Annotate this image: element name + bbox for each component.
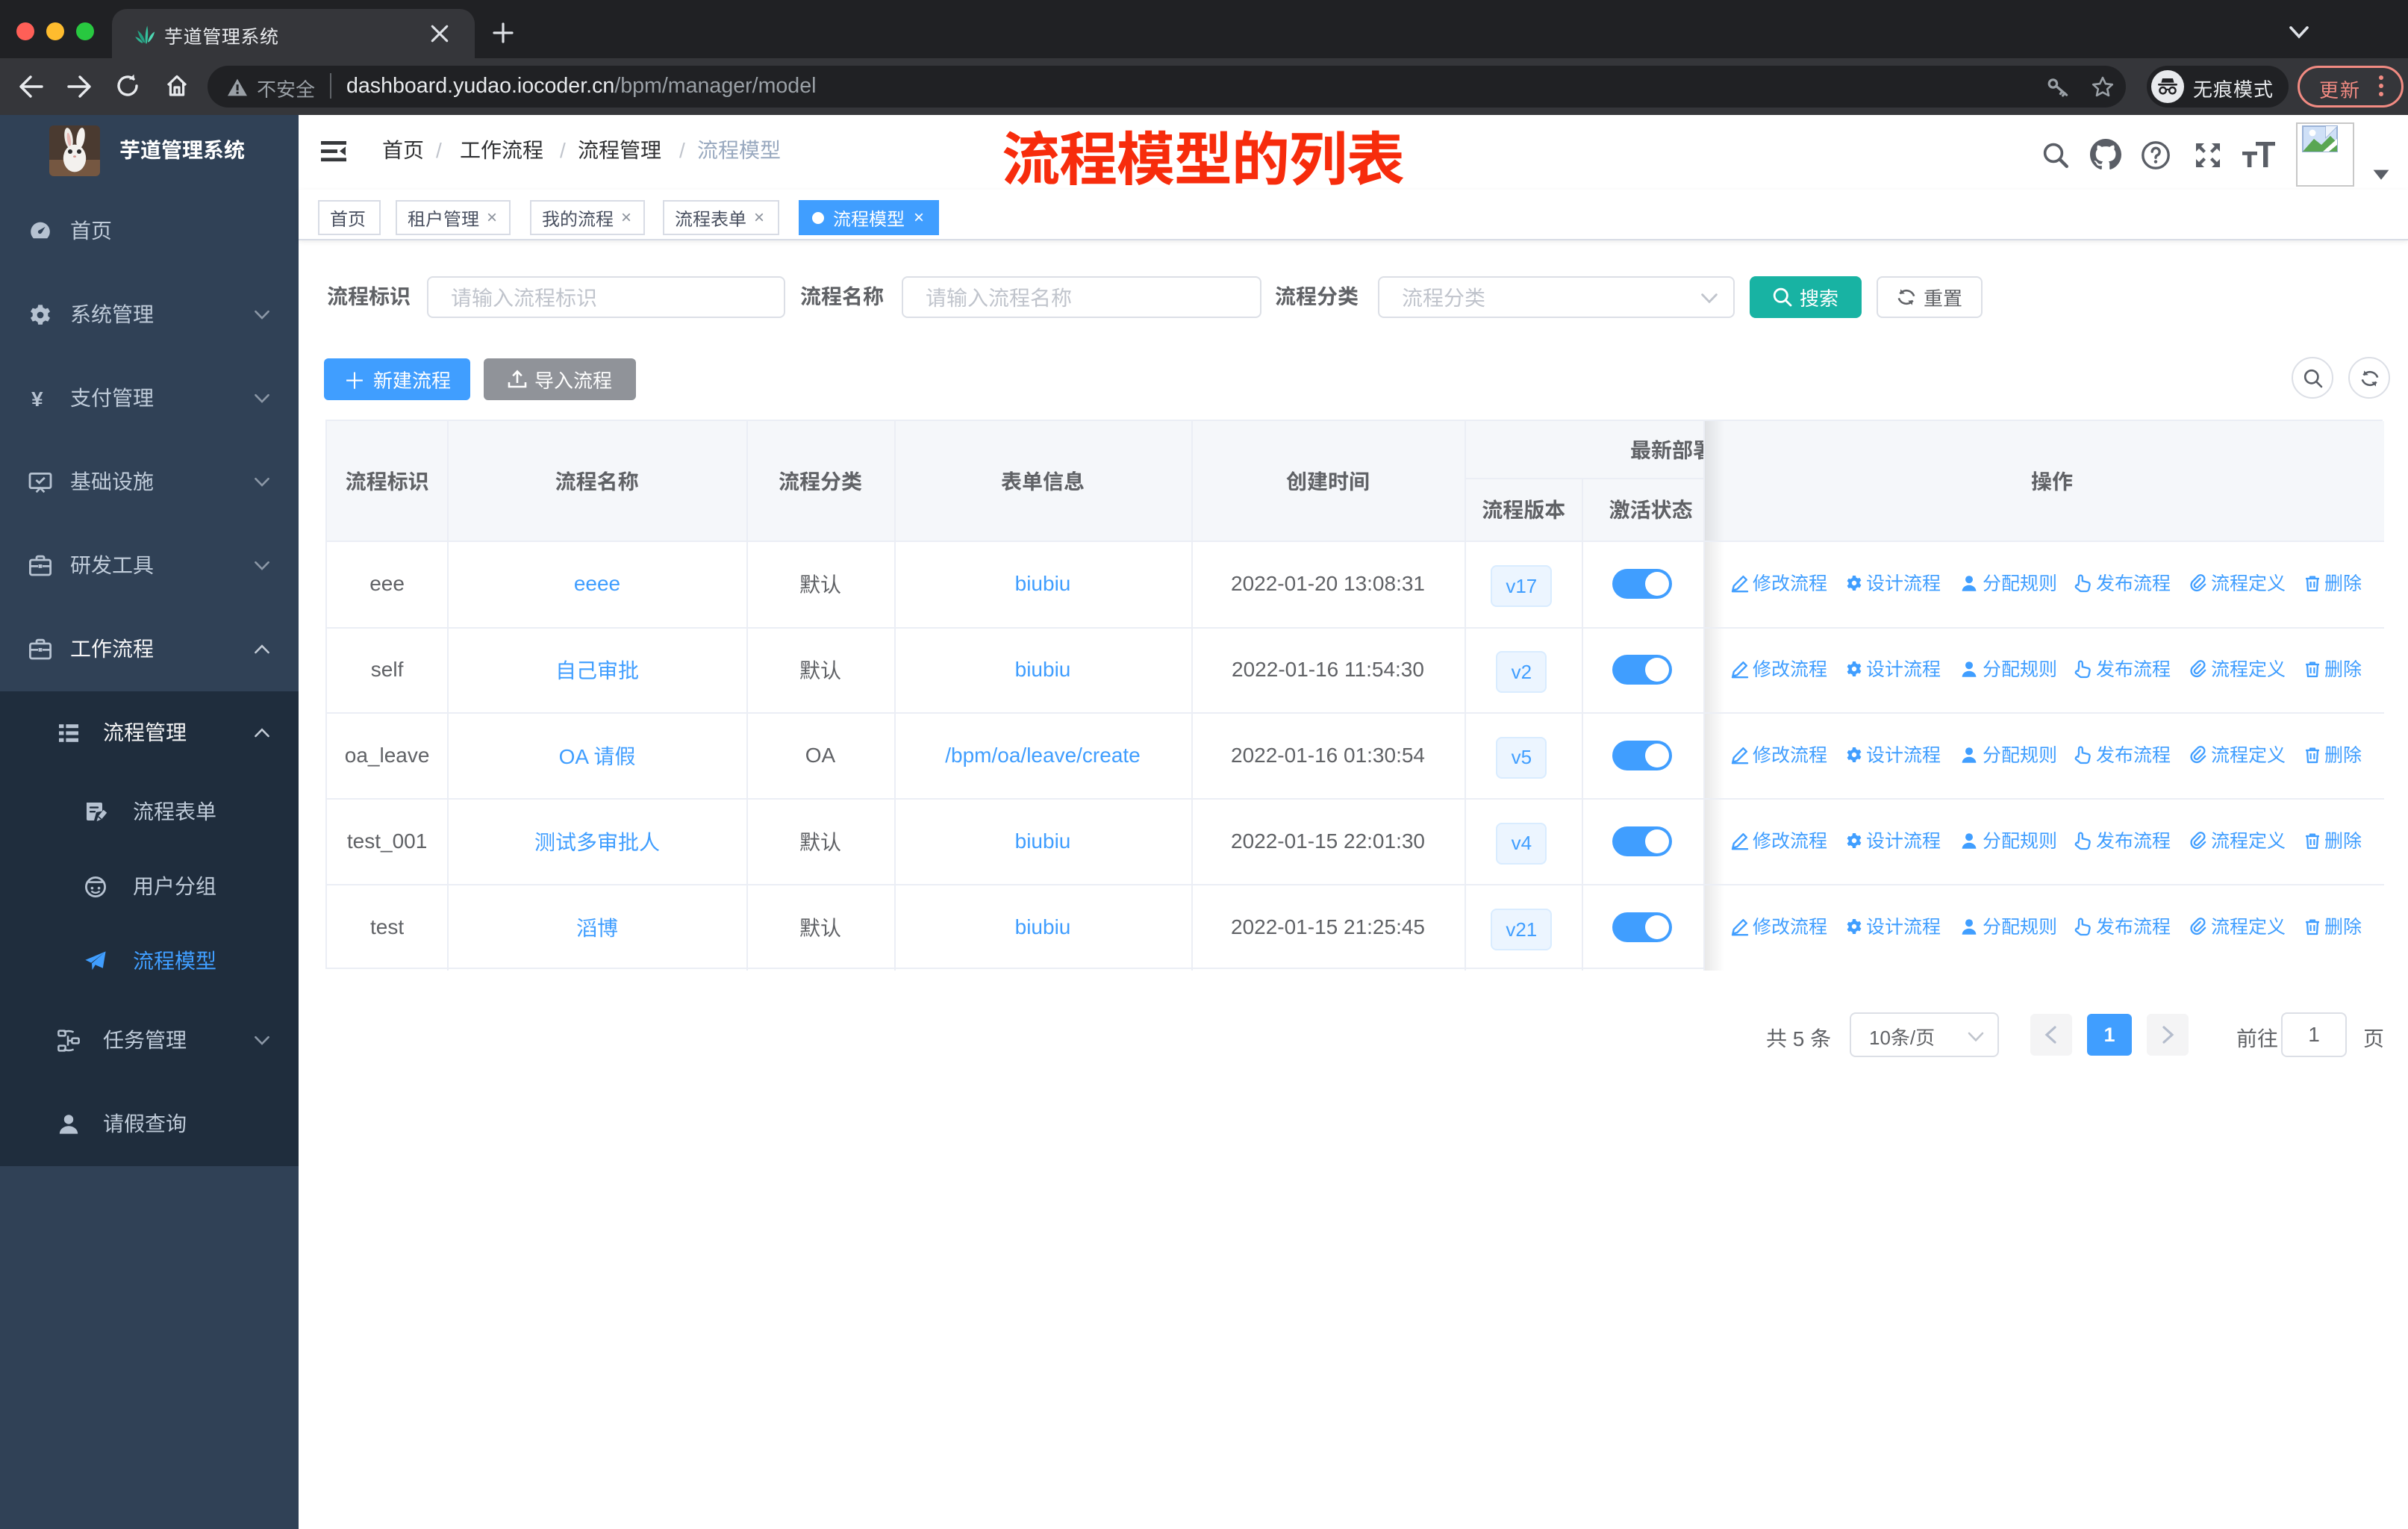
svg-text:¥: ¥ bbox=[31, 387, 43, 411]
